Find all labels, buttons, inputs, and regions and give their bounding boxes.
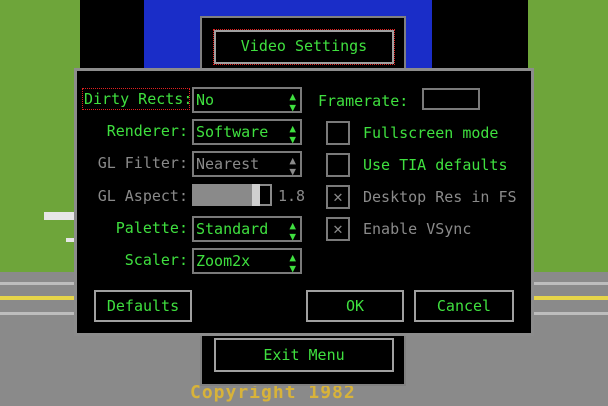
vsync-label: Enable VSync (363, 220, 472, 238)
fullscreen-label: Fullscreen mode (363, 124, 499, 142)
framerate-input[interactable] (422, 88, 480, 110)
video-settings-button[interactable]: Video Settings (213, 29, 395, 65)
gl-filter-value: Nearest (196, 155, 260, 173)
game-grass-left (0, 0, 80, 272)
dirty-rects-select[interactable]: No ▲ ▼ (192, 87, 302, 113)
tia-defaults-label: Use TIA defaults (363, 156, 508, 174)
game-grass-right (528, 0, 608, 272)
framerate-label: Framerate: (318, 92, 409, 110)
tia-defaults-checkbox[interactable] (326, 153, 350, 177)
renderer-value: Software (196, 123, 269, 141)
cancel-button[interactable]: Cancel (414, 290, 514, 322)
desktop-res-checkbox[interactable]: ✕ (326, 185, 350, 209)
gl-aspect-slider-handle[interactable] (252, 184, 260, 206)
scaler-select[interactable]: Zoom2x ▲ ▼ (192, 248, 302, 274)
check-mark-icon: ✕ (333, 187, 343, 206)
ok-button[interactable]: OK (306, 290, 404, 322)
chevron-updown-icon: ▲ ▼ (289, 122, 296, 146)
renderer-label: Renderer: (106, 122, 188, 140)
dirty-rects-value: No (196, 91, 215, 109)
gl-aspect-slider[interactable] (192, 184, 272, 206)
dirty-rects-label: Dirty Rects: (82, 88, 193, 110)
gl-filter-select[interactable]: Nearest ▲ ▼ (192, 151, 302, 177)
vsync-checkbox[interactable]: ✕ (326, 217, 350, 241)
game-sprite-small (66, 238, 74, 242)
exit-menu-button[interactable]: Exit Menu (214, 338, 394, 372)
gl-filter-label: GL Filter: (97, 154, 188, 172)
gl-aspect-label: GL Aspect: (97, 187, 188, 205)
scaler-label: Scaler: (124, 251, 188, 269)
palette-select[interactable]: Standard ▲ ▼ (192, 216, 302, 242)
defaults-button[interactable]: Defaults (94, 290, 192, 322)
gl-aspect-value: 1.8 (278, 187, 306, 205)
game-sprite (44, 212, 78, 220)
desktop-res-label: Desktop Res in FS (363, 188, 517, 206)
palette-value: Standard (196, 220, 269, 238)
chevron-updown-icon: ▲ ▼ (289, 90, 296, 114)
fullscreen-checkbox[interactable] (326, 121, 350, 145)
scaler-value: Zoom2x (196, 252, 251, 270)
check-mark-icon: ✕ (333, 219, 343, 238)
renderer-select[interactable]: Software ▲ ▼ (192, 119, 302, 145)
gl-aspect-slider-fill (194, 186, 256, 204)
palette-label: Palette: (115, 219, 188, 237)
chevron-updown-icon: ▲ ▼ (289, 154, 296, 178)
chevron-updown-icon: ▲ ▼ (289, 219, 296, 243)
chevron-updown-icon: ▲ ▼ (289, 251, 296, 275)
